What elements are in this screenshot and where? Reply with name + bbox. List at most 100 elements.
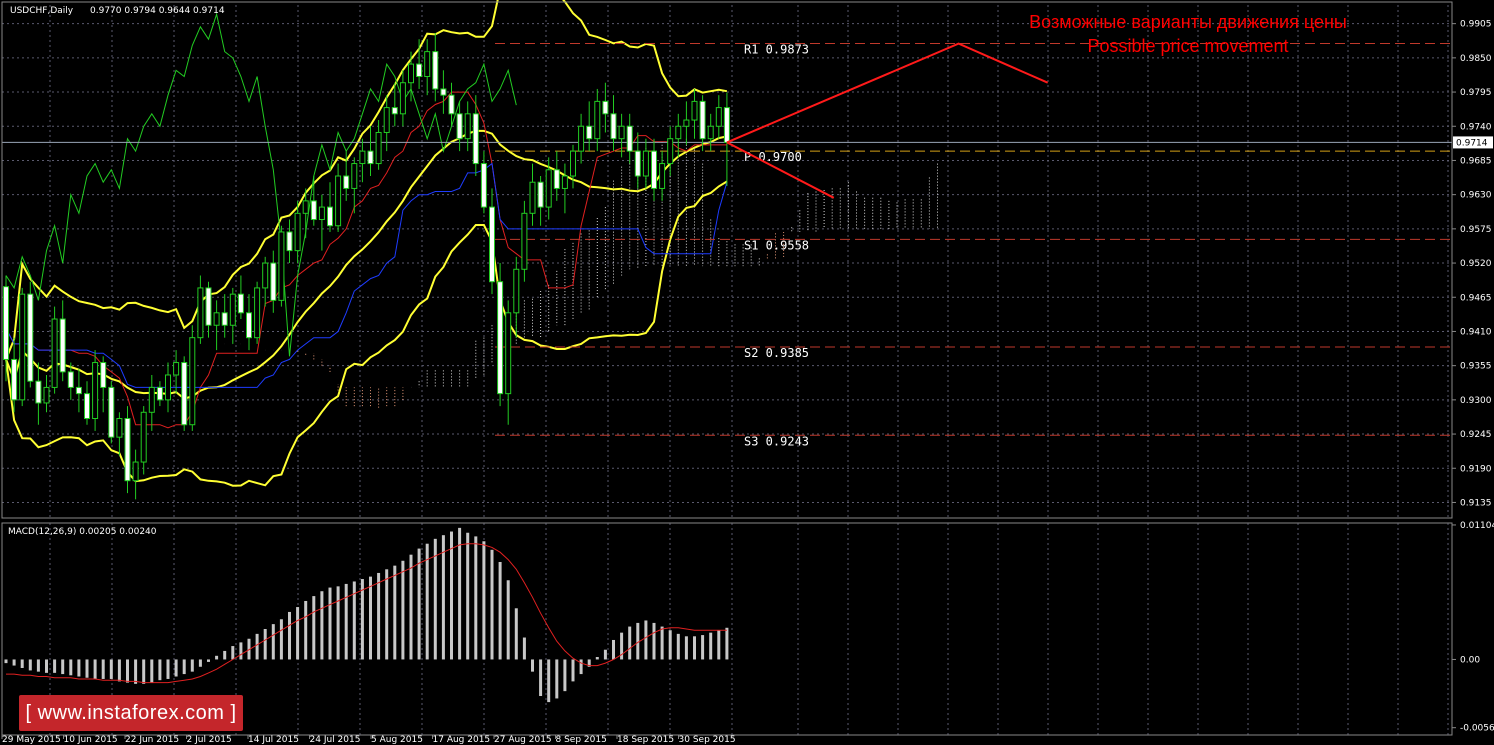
candle-body <box>367 150 374 165</box>
macd-bar <box>409 554 413 660</box>
chart-canvas: R1 0.9873 P 0.9700 S1 0.9558 S2 0.9385 S3 0.… <box>0 0 1494 745</box>
date-label: 24 Jul 2015 <box>310 735 361 745</box>
macd-bar <box>425 543 429 660</box>
macd-bar <box>109 659 113 679</box>
candle-body <box>723 107 730 143</box>
price-tick-label: 0.9245 <box>1460 430 1492 440</box>
candle-body <box>675 125 682 140</box>
annotation-en: Possible price movement <box>1087 36 1288 56</box>
macd-bar <box>506 580 510 660</box>
candle-body <box>634 150 641 177</box>
date-label: 5 Aug 2015 <box>371 735 423 745</box>
price-tick-label: 0.9850 <box>1460 54 1492 64</box>
candle-body <box>683 119 690 127</box>
candle-body <box>254 287 261 339</box>
instaforex-link[interactable]: [ www.instaforex.com ] <box>19 695 243 731</box>
candle-body <box>278 231 285 301</box>
macd-bar <box>701 635 705 660</box>
macd-bar <box>522 637 526 660</box>
candle-body <box>11 358 18 401</box>
macd-bar <box>28 659 32 671</box>
candle-body <box>659 163 666 189</box>
macd-bar <box>271 624 275 660</box>
candle-body <box>472 113 479 165</box>
macd-bar <box>369 576 372 660</box>
candle-body <box>715 107 722 127</box>
macd-bar <box>709 632 713 660</box>
macd-bar <box>142 659 146 684</box>
ohlc-values: 0.9770 0.9794 0.9644 0.9714 <box>90 6 225 16</box>
macd-bar <box>644 620 648 660</box>
macd-bar <box>12 659 16 666</box>
candle-body <box>553 169 560 189</box>
macd-bar <box>433 538 437 660</box>
candle-body <box>140 411 147 463</box>
price-tick-label: 0.9905 <box>1460 20 1492 30</box>
candle-body <box>464 113 471 140</box>
price-tick-label: 0.9355 <box>1460 362 1492 372</box>
candle-body <box>310 200 317 221</box>
date-label: 29 May 2015 <box>2 735 61 745</box>
candle-body <box>335 175 342 227</box>
macd-bar <box>69 659 73 676</box>
candle-body <box>132 461 139 482</box>
price-tick-label: 0.9575 <box>1460 225 1492 235</box>
candle-body <box>667 138 674 165</box>
macd-bar <box>684 636 688 660</box>
macd-bar <box>279 619 283 660</box>
macd-bar <box>652 622 656 660</box>
candle-body <box>3 286 9 360</box>
candle-body <box>51 318 58 388</box>
candle-body <box>27 293 34 382</box>
candle-body <box>618 125 625 140</box>
macd-bar <box>101 659 105 679</box>
macd-bar <box>223 650 227 660</box>
candle-body <box>391 107 398 115</box>
macd-bar <box>296 607 300 660</box>
date-label: 18 Sep 2015 <box>617 735 674 745</box>
instaforex-badge[interactable]: [ www.instaforex.com ] <box>19 695 243 731</box>
macd-bar <box>134 659 138 684</box>
candle-body <box>448 94 455 115</box>
macd-bar <box>725 627 729 660</box>
macd-bar <box>676 633 680 660</box>
price-tick-label: 0.9190 <box>1460 464 1492 474</box>
candle-body <box>521 212 528 270</box>
macd-bar <box>563 659 567 692</box>
date-label: 8 Sep 2015 <box>556 735 607 745</box>
candle-body <box>116 418 123 438</box>
macd-bar <box>595 657 599 660</box>
macd-bar <box>61 659 65 675</box>
candle-body <box>691 100 698 121</box>
candle-body <box>84 393 90 420</box>
price-tick-label: 0.9685 <box>1460 156 1492 166</box>
macd-bar <box>20 659 24 668</box>
macd-bar <box>255 633 259 660</box>
date-label: 30 Sep 2015 <box>679 735 736 745</box>
macd-bar <box>660 626 664 660</box>
candle-body <box>318 206 325 221</box>
price-tick-label: 0.9300 <box>1460 396 1492 406</box>
candle-body <box>707 125 714 140</box>
macd-bar <box>85 659 89 678</box>
candle-body <box>586 125 593 140</box>
macd-bar <box>668 630 672 660</box>
macd-bar <box>603 649 607 660</box>
candle-body <box>221 312 228 326</box>
candle-body <box>578 125 585 152</box>
candle-body <box>642 150 649 177</box>
macd-bar <box>377 572 381 660</box>
candle-body <box>432 51 439 90</box>
chart-title: USDCHF,Daily <box>10 6 74 16</box>
candle-body <box>205 287 212 326</box>
candle-body <box>529 181 536 214</box>
price-tick-label: 0.9630 <box>1460 191 1492 201</box>
candle-body <box>480 163 487 208</box>
macd-bar <box>401 560 405 660</box>
candle-body <box>537 181 544 208</box>
macd-bar <box>263 629 267 660</box>
pivot-level-label: S1 0.9558 <box>744 238 809 252</box>
macd-bar <box>385 569 389 660</box>
candle-body <box>505 312 512 395</box>
candle-body <box>156 386 163 401</box>
